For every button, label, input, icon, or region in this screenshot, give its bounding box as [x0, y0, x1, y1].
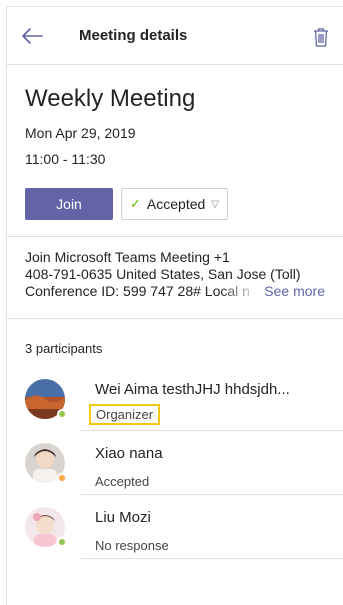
participant-status: No response: [95, 538, 169, 553]
dial-in-line-1: Join Microsoft Teams Meeting +1: [25, 249, 230, 265]
header-bar: Meeting details: [7, 7, 343, 65]
check-icon: ✓: [130, 196, 141, 211]
arrow-left-icon: [22, 27, 43, 44]
avatar: [25, 379, 67, 419]
avatar: [25, 507, 67, 547]
join-button[interactable]: Join: [25, 188, 113, 220]
avatar: [25, 443, 67, 483]
presence-indicator: [57, 473, 67, 483]
participant-name: Xiao nana: [95, 445, 163, 462]
participant-name: Wei Aima testhJHJ hhdsjdh...: [95, 381, 290, 398]
participant-row[interactable]: Xiao nana Accepted: [7, 431, 343, 495]
presence-indicator: [57, 537, 67, 547]
response-dropdown[interactable]: ✓ Accepted ▽: [121, 188, 228, 220]
see-more-link[interactable]: See more: [264, 283, 325, 300]
meeting-time: 11:00 - 11:30: [25, 151, 106, 167]
dial-in-line-2: 408-791-0635 United States, San Jose (To…: [25, 266, 301, 282]
participant-row[interactable]: Wei Aima testhJHJ hhdsjdh... Organizer: [7, 367, 343, 431]
meeting-details-screen: Meeting details Weekly Meeting Mon Apr 2…: [6, 6, 343, 605]
participants-count: 3 participants: [25, 341, 103, 356]
conference-id-row: Conference ID: 599 747 28# Local n See m…: [25, 283, 325, 300]
organizer-badge: Organizer: [89, 404, 161, 425]
trash-icon: [314, 28, 328, 47]
participant-status: Accepted: [95, 474, 150, 489]
meeting-info: Weekly Meeting Mon Apr 29, 2019 11:00 - …: [7, 65, 343, 237]
delete-button[interactable]: [305, 21, 337, 53]
meeting-date: Mon Apr 29, 2019: [25, 125, 136, 141]
back-button[interactable]: [7, 7, 57, 65]
dial-in-info: Join Microsoft Teams Meeting +1 408-791-…: [7, 237, 343, 319]
conference-id-text: Conference ID: 599 747 28# Local n: [25, 283, 261, 300]
participant-row[interactable]: Liu Mozi No response: [7, 495, 343, 559]
presence-indicator: [57, 409, 67, 419]
participant-name: Liu Mozi: [95, 509, 151, 526]
response-label: Accepted: [146, 196, 206, 212]
chevron-down-icon: ▽: [211, 198, 219, 210]
meeting-actions: Join ✓ Accepted ▽: [25, 188, 325, 220]
meeting-title: Weekly Meeting: [25, 85, 196, 112]
page-title: Meeting details: [79, 27, 188, 44]
